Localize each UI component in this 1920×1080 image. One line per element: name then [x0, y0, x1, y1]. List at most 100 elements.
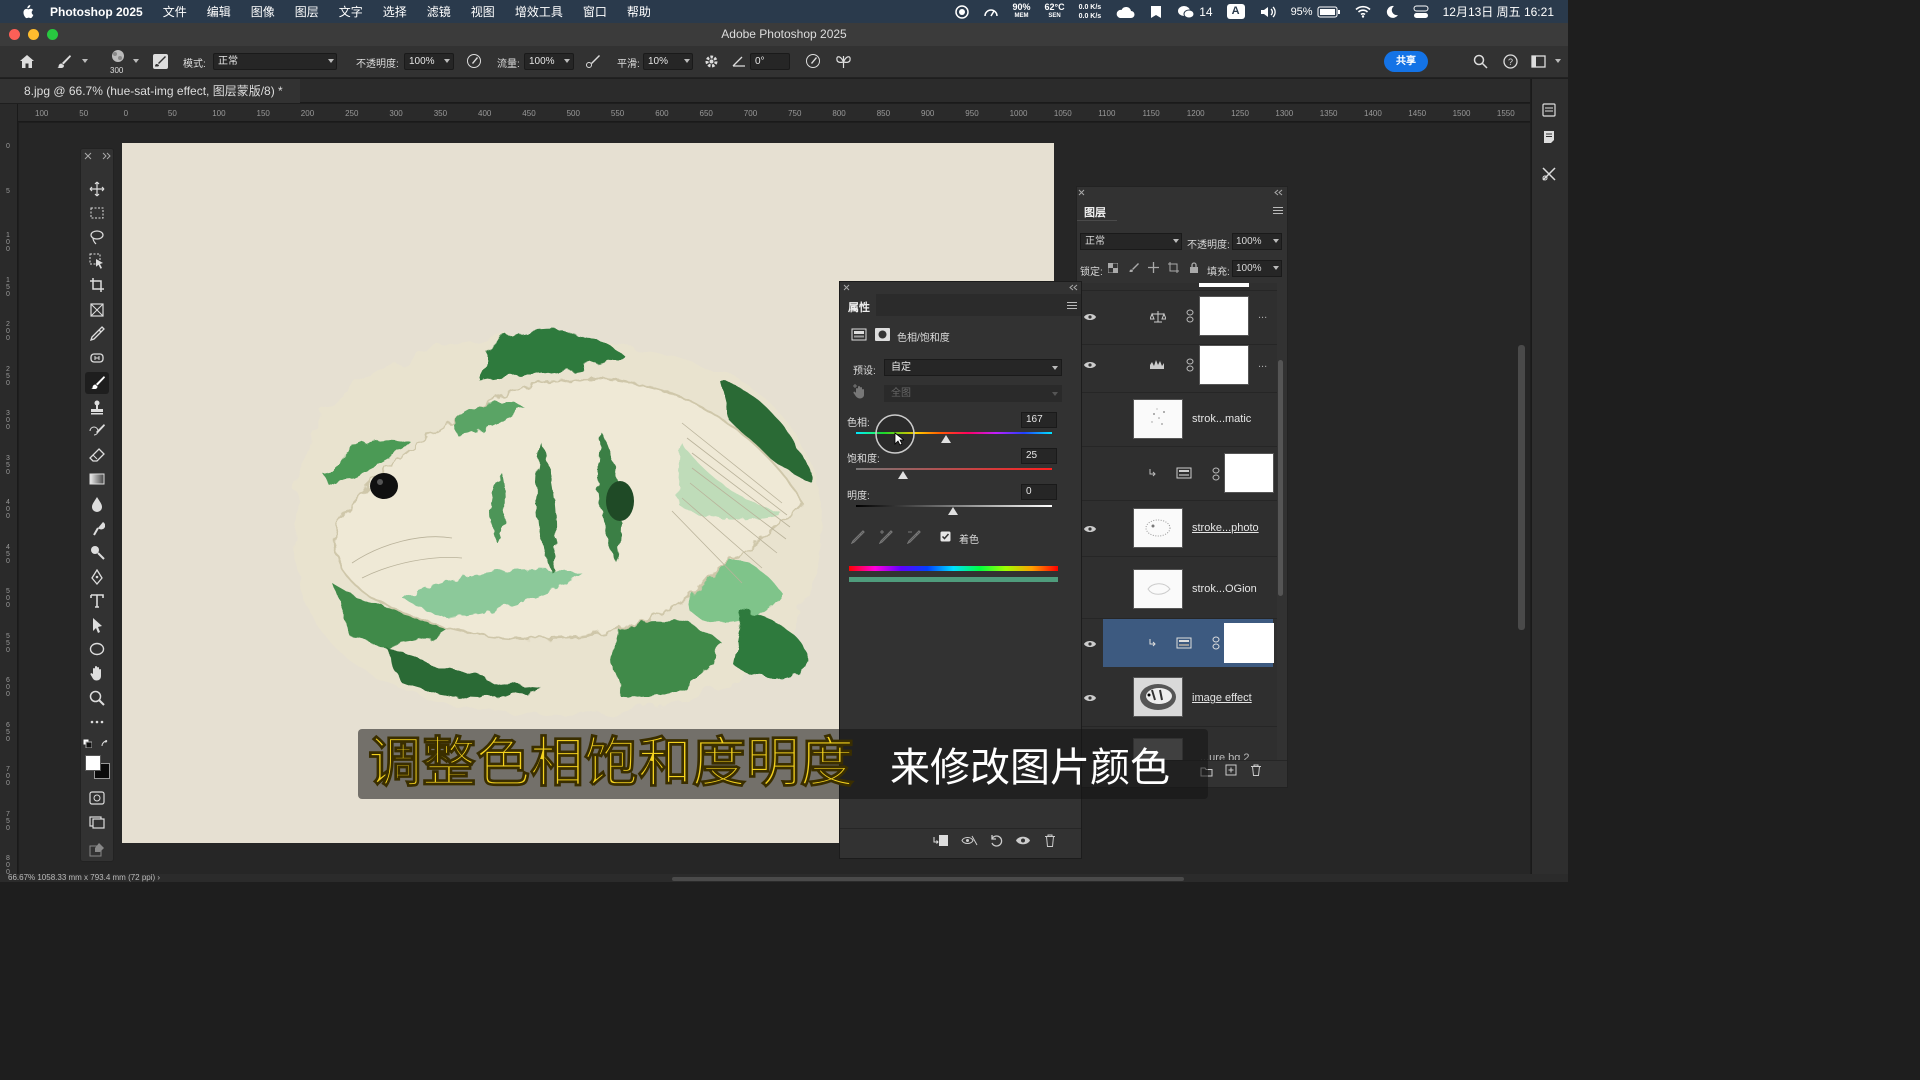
menubar-clock[interactable]: 12月13日 周五 16:21	[1443, 3, 1554, 20]
layer-thumbnail[interactable]	[1133, 677, 1183, 717]
history-brush-tool-icon[interactable]	[89, 423, 105, 439]
layer-name[interactable]: image effect	[1192, 692, 1252, 704]
notes-panel-icon[interactable]	[1542, 130, 1556, 144]
minimize-window-button[interactable]	[28, 29, 39, 40]
network-stat[interactable]: 0.0 K/s 0.0 K/s	[1079, 3, 1102, 21]
close-window-button[interactable]	[9, 29, 20, 40]
brush-tool-preset-icon[interactable]	[56, 54, 72, 69]
sensor-stat[interactable]: 62°C SEN	[1045, 2, 1065, 21]
workspace-caret[interactable]	[1555, 59, 1561, 63]
properties-collapse-icon[interactable]	[1069, 284, 1078, 291]
layer-mask-thumbnail[interactable]	[1224, 453, 1274, 493]
clone-stamp-tool-icon[interactable]	[89, 399, 105, 415]
crop-tool-icon[interactable]	[89, 277, 105, 293]
foreground-color-swatch[interactable]	[85, 755, 101, 771]
properties-close-icon[interactable]	[843, 284, 850, 291]
reset-adjustment-icon[interactable]	[989, 834, 1003, 848]
layer-mask-icon[interactable]	[875, 328, 890, 341]
mode-select[interactable]: 正常	[213, 53, 337, 70]
layer-visibility-off[interactable]	[1084, 584, 1096, 592]
layer-thumbnail[interactable]	[1133, 399, 1183, 439]
toolbar-expand-icon[interactable]	[102, 152, 111, 160]
lock-all-icon[interactable]	[1189, 262, 1199, 273]
pen-tool-icon[interactable]	[89, 544, 105, 560]
eyedropper-sample-icon[interactable]	[851, 530, 865, 544]
layer-mask-thumbnail[interactable]	[1199, 345, 1249, 385]
frame-tool-icon[interactable]	[89, 302, 105, 318]
menu-plugins[interactable]: 增效工具	[515, 3, 563, 20]
smoothing-options-gear-icon[interactable]	[704, 54, 719, 69]
saturation-value-field[interactable]: 25	[1021, 448, 1057, 464]
share-button[interactable]: 共享	[1384, 51, 1428, 72]
layer-visibility-off[interactable]	[1084, 470, 1096, 478]
layer-visibility-eye-icon[interactable]	[1084, 640, 1096, 648]
vertical-scrollbar[interactable]	[1518, 345, 1525, 630]
toggle-layer-visibility-icon[interactable]	[1016, 836, 1030, 845]
home-icon[interactable]	[19, 54, 35, 69]
properties-menu-icon[interactable]	[1067, 302, 1077, 309]
menu-select[interactable]: 选择	[383, 3, 407, 20]
new-layer-icon[interactable]	[1225, 764, 1237, 776]
document-tab[interactable]: 8.jpg @ 66.7% (hue-sat-img effect, 图层蒙版/…	[0, 79, 300, 103]
wechat-status[interactable]: 14	[1177, 5, 1213, 19]
battery-status[interactable]: 95%	[1291, 6, 1341, 18]
lightness-slider-thumb[interactable]	[948, 507, 958, 515]
tools-scissors-icon[interactable]	[1542, 167, 1556, 181]
smoothing-caret[interactable]	[684, 59, 690, 63]
layer-name[interactable]: strok...OGion	[1192, 583, 1257, 595]
libraries-panel-icon[interactable]	[1542, 103, 1556, 117]
menu-edit[interactable]: 编辑	[207, 3, 231, 20]
brush-size-caret[interactable]	[133, 59, 139, 63]
brush-tool-icon[interactable]	[89, 375, 105, 391]
colorize-checkbox[interactable]	[940, 531, 951, 542]
layer-visibility-eye-icon[interactable]	[1084, 313, 1096, 321]
lasso-tool-icon[interactable]	[89, 229, 105, 245]
volume-icon[interactable]	[1259, 5, 1277, 19]
lightness-value-field[interactable]: 0	[1021, 484, 1057, 500]
apple-menu-icon[interactable]	[20, 4, 34, 19]
bookmark-icon[interactable]	[1149, 5, 1163, 19]
lock-transparent-pixels-icon[interactable]	[1108, 263, 1118, 273]
layer-visibility-eye-icon[interactable]	[1084, 694, 1096, 702]
airbrush-icon[interactable]	[585, 53, 601, 69]
moon-icon[interactable]	[1385, 5, 1399, 19]
gradient-tool-icon[interactable]	[89, 471, 105, 487]
record-icon[interactable]	[954, 4, 969, 19]
hand-tool-icon[interactable]	[89, 665, 105, 681]
help-icon[interactable]: ?	[1503, 54, 1518, 69]
toolbar-close-icon[interactable]	[84, 152, 92, 160]
eraser-tool-icon[interactable]	[89, 447, 105, 463]
eyedropper-tool-icon[interactable]	[89, 326, 105, 342]
view-previous-state-icon[interactable]	[961, 834, 978, 847]
horizontal-scrollbar[interactable]	[672, 877, 1184, 881]
more-tools-icon[interactable]	[89, 714, 105, 730]
lock-position-icon[interactable]	[1148, 262, 1159, 273]
quick-mask-icon[interactable]	[89, 790, 105, 806]
menu-image[interactable]: 图像	[251, 3, 275, 20]
layer-mask-thumbnail[interactable]	[1199, 296, 1249, 336]
opacity-caret[interactable]	[444, 59, 450, 63]
lock-artboard-icon[interactable]	[1168, 262, 1179, 273]
search-icon[interactable]	[1473, 54, 1488, 69]
wifi-icon[interactable]	[1355, 5, 1371, 18]
layer-visibility-off[interactable]	[1084, 416, 1096, 424]
move-tool-icon[interactable]	[89, 181, 105, 197]
swap-colors-icon[interactable]	[101, 740, 110, 749]
layer-more-icon[interactable]: ...	[1258, 309, 1267, 321]
brush-settings-panel-icon[interactable]	[152, 53, 169, 70]
layer-thumbnail[interactable]	[1133, 508, 1183, 548]
delete-adjustment-icon[interactable]	[1044, 834, 1056, 847]
flow-caret[interactable]	[564, 59, 570, 63]
screen-mode-icon[interactable]	[89, 814, 105, 830]
edit-toolbar-icon[interactable]	[89, 842, 105, 858]
layer-name[interactable]: strok...matic	[1192, 413, 1251, 425]
default-colors-icon[interactable]	[83, 739, 92, 748]
zoom-tool-icon[interactable]	[89, 690, 105, 706]
menu-type[interactable]: 文字	[339, 3, 363, 20]
saturation-slider-track[interactable]	[856, 468, 1052, 470]
layer-name[interactable]: stroke...photo	[1192, 522, 1259, 534]
path-selection-tool-icon[interactable]	[89, 617, 105, 633]
brush-tip-icon[interactable]	[109, 49, 127, 63]
eyedropper-subtract-icon[interactable]	[907, 530, 921, 544]
pressure-size-icon[interactable]	[805, 53, 821, 69]
